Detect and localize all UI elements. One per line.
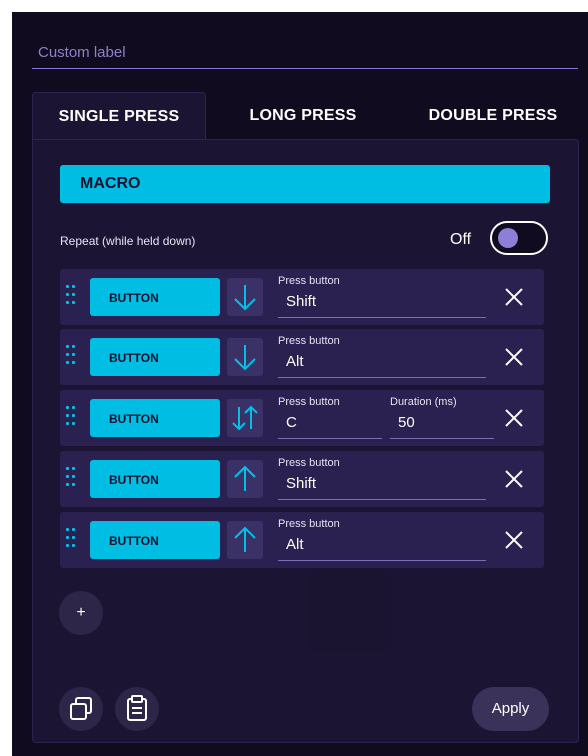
press-button-label: Press button	[278, 518, 340, 530]
repeat-label: Repeat (while held down)	[60, 234, 196, 248]
step-type-select[interactable]: BUTTON	[90, 521, 220, 559]
step-type-label: BUTTON	[109, 534, 159, 548]
add-step-button[interactable]: +	[59, 591, 103, 635]
macro-step-row: BUTTON Press button Shift	[60, 451, 544, 507]
direction-toggle-button[interactable]	[227, 521, 263, 559]
drag-handle-icon[interactable]	[66, 528, 76, 550]
custom-label-placeholder: Custom label	[38, 44, 126, 61]
action-type-label: MACRO	[80, 175, 141, 192]
drag-handle-icon[interactable]	[66, 345, 76, 367]
apply-button[interactable]: Apply	[472, 687, 549, 731]
tab-long-press[interactable]: LONG PRESS	[228, 92, 378, 140]
toggle-knob	[498, 228, 518, 248]
press-button-value: Alt	[286, 353, 304, 370]
press-button-field[interactable]: Press button Alt	[278, 518, 486, 561]
close-icon[interactable]	[500, 283, 528, 311]
press-button-label: Press button	[278, 335, 340, 347]
duration-value: 50	[398, 414, 415, 431]
press-button-value: Shift	[286, 475, 317, 492]
repeat-state-label: Off	[450, 231, 472, 248]
clipboard-icon	[127, 695, 147, 721]
macro-step-row: BUTTON Press button Shift	[60, 269, 544, 325]
custom-label-field[interactable]: Custom label	[32, 42, 578, 69]
duration-label: Duration (ms)	[390, 396, 457, 408]
direction-toggle-button[interactable]	[227, 460, 263, 498]
drag-handle-icon[interactable]	[66, 467, 76, 489]
close-icon[interactable]	[500, 465, 528, 493]
direction-toggle-button[interactable]	[227, 399, 263, 437]
direction-toggle-button[interactable]	[227, 278, 263, 316]
press-button-label: Press button	[278, 275, 340, 287]
press-button-field[interactable]: Press button C	[278, 396, 382, 439]
step-type-select[interactable]: BUTTON	[90, 399, 220, 437]
macro-step-row: BUTTON Press button Alt	[60, 329, 544, 385]
paste-button[interactable]	[115, 687, 159, 731]
close-icon[interactable]	[500, 404, 528, 432]
macro-step-row: BUTTON Press button C Duration (ms) 50	[60, 390, 544, 446]
step-type-select[interactable]: BUTTON	[90, 278, 220, 316]
press-button-field[interactable]: Press button Shift	[278, 275, 486, 318]
step-type-label: BUTTON	[109, 473, 159, 487]
press-button-value: Alt	[286, 536, 304, 553]
press-button-field[interactable]: Press button Alt	[278, 335, 486, 378]
macro-step-row: BUTTON Press button Alt	[60, 512, 544, 568]
press-button-value: Shift	[286, 293, 317, 310]
step-type-label: BUTTON	[109, 291, 159, 305]
arrow-down-up-icon	[232, 405, 258, 431]
direction-toggle-button[interactable]	[227, 338, 263, 376]
arrow-up-icon	[234, 465, 256, 491]
arrow-down-icon	[234, 345, 256, 371]
copy-button[interactable]	[59, 687, 103, 731]
drag-handle-icon[interactable]	[66, 285, 76, 307]
press-type-tabs: SINGLE PRESS LONG PRESS DOUBLE PRESS	[32, 92, 588, 141]
drag-ghost-overlay	[308, 569, 392, 651]
copy-icon	[70, 697, 92, 720]
step-type-label: BUTTON	[109, 351, 159, 365]
repeat-toggle[interactable]	[490, 221, 548, 255]
tab-double-press[interactable]: DOUBLE PRESS	[410, 92, 576, 140]
arrow-down-icon	[234, 285, 256, 311]
step-type-select[interactable]: BUTTON	[90, 460, 220, 498]
action-type-select[interactable]: MACRO	[60, 165, 550, 203]
press-button-field[interactable]: Press button Shift	[278, 457, 486, 500]
press-button-label: Press button	[278, 396, 340, 408]
drag-handle-icon[interactable]	[66, 406, 76, 428]
duration-field[interactable]: Duration (ms) 50	[390, 396, 494, 439]
close-icon[interactable]	[500, 526, 528, 554]
step-type-select[interactable]: BUTTON	[90, 338, 220, 376]
tab-content: MACRO Repeat (while held down) Off BUTTO…	[32, 139, 579, 743]
press-button-label: Press button	[278, 457, 340, 469]
tab-single-press[interactable]: SINGLE PRESS	[32, 92, 206, 141]
close-icon[interactable]	[500, 343, 528, 371]
action-editor-panel: Custom label SINGLE PRESS LONG PRESS DOU…	[12, 12, 588, 756]
press-button-value: C	[286, 414, 297, 431]
arrow-up-icon	[234, 526, 256, 552]
step-type-label: BUTTON	[109, 412, 159, 426]
